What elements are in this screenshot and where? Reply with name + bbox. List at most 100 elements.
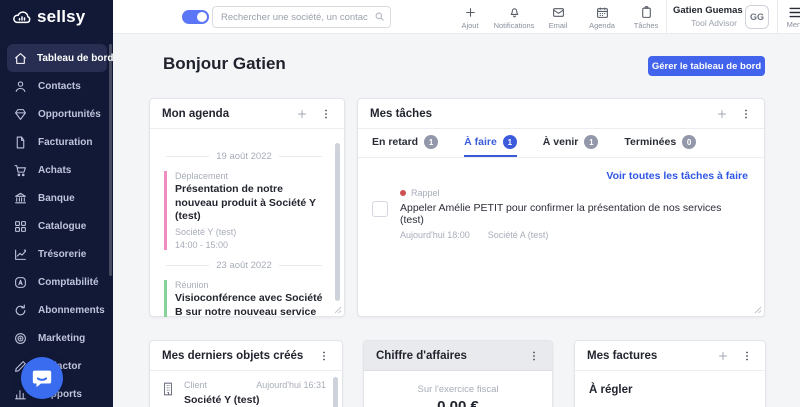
tab-a-faire[interactable]: À faire 1: [464, 129, 517, 157]
sidebar-item-facturation[interactable]: Facturation: [7, 128, 107, 156]
tab-a-venir[interactable]: À venir 1: [543, 129, 599, 157]
cloud-chart-icon: [12, 9, 32, 25]
kebab-menu-icon[interactable]: [318, 350, 330, 362]
add-event-button[interactable]: [296, 108, 308, 120]
kebab-menu-icon[interactable]: [741, 350, 753, 362]
menu-button[interactable]: Menu: [781, 2, 800, 33]
revenue-header: Chiffre d'affaires: [364, 341, 552, 371]
tasks-button[interactable]: Tâches: [624, 2, 668, 33]
tasks-tabs: En retard 1 À faire 1 À venir 1 Terminées 0: [358, 129, 764, 158]
invoices-section-label: À régler: [589, 384, 633, 396]
add-invoice-button[interactable]: [717, 350, 729, 362]
card-title: Mon agenda: [162, 107, 230, 120]
bank-icon: [14, 191, 28, 205]
sidebar-item-marketing[interactable]: Marketing: [7, 324, 107, 352]
plus-icon: [464, 6, 477, 19]
tab-count-badge: 1: [584, 135, 599, 149]
date-divider: 19 août 2022: [166, 151, 323, 162]
task-title[interactable]: Appeler Amélie PETIT pour confirmer la p…: [400, 202, 748, 226]
chat-widget-button[interactable]: [21, 357, 63, 399]
user-menu[interactable]: Gatien Guemas Tool Advisor: [673, 5, 743, 28]
sidebar-item-label: Marketing: [38, 332, 86, 344]
chat-bubble-icon: [31, 367, 53, 389]
global-search: [212, 6, 391, 28]
tab-count-badge: 0: [682, 135, 697, 149]
resize-handle-icon[interactable]: [334, 306, 342, 314]
invoices-body: À régler: [575, 371, 765, 407]
sidebar-item-banque[interactable]: Banque: [7, 184, 107, 212]
agenda-body: 19 août 2022 Déplacement Présentation de…: [150, 129, 344, 317]
event-related: Société Y (test): [175, 226, 237, 237]
toggle-knob: [197, 12, 207, 22]
sidebar-item-label: Banque: [38, 192, 75, 204]
avatar[interactable]: GG: [745, 5, 769, 29]
topbar: Ajout Notifications Email Agenda Tâches …: [113, 0, 800, 34]
tasks-card: Mes tâches En retard 1 À faire 1 À venir 1 …: [357, 98, 765, 317]
latest-objects-card: Mes derniers objets créés Client Aujourd…: [149, 340, 343, 407]
sidebar-item-label: Contacts: [38, 80, 81, 92]
object-main: Client Aujourd'hui 16:31 Société Y (test…: [184, 380, 326, 406]
sidebar-item-achats[interactable]: Achats: [7, 156, 107, 184]
bell-icon: [508, 6, 521, 19]
tab-en-retard[interactable]: En retard 1: [372, 129, 439, 157]
manage-dashboard-button[interactable]: Gérer le tableau de bord: [648, 56, 765, 76]
event-type: Réunion: [175, 279, 209, 290]
object-item[interactable]: Client Aujourd'hui 16:31 Société Y (test…: [150, 371, 342, 406]
sidebar-scrollbar[interactable]: [109, 44, 112, 276]
task-checkbox[interactable]: [372, 201, 388, 217]
kebab-menu-icon[interactable]: [528, 350, 540, 362]
task-meta: Aujourd'hui 18:00 Société A (test): [400, 230, 748, 240]
sidebar-item-label: Trésorerie: [38, 248, 87, 260]
tasks-card-header: Mes tâches: [358, 99, 764, 129]
menu-label: Menu: [786, 19, 800, 29]
search-icon: [374, 11, 385, 22]
view-all-tasks-link[interactable]: Voir toutes les tâches à faire: [358, 158, 764, 182]
notifications-button[interactable]: Notifications: [492, 2, 536, 33]
agenda-scrollbar[interactable]: [335, 143, 340, 301]
card-title: Mes derniers objets créés: [162, 349, 304, 362]
agenda-card-header: Mon agenda: [150, 99, 344, 129]
event-type: Déplacement: [175, 171, 229, 181]
hamburger-icon: [789, 7, 800, 18]
action-label: Ajout: [461, 20, 479, 30]
main-content: Bonjour Gatien Gérer le tableau de bord …: [113, 34, 800, 407]
sidebar-item-abonnements[interactable]: Abonnements: [7, 296, 107, 324]
invoices-card: Mes factures À régler: [574, 340, 766, 407]
agenda-event[interactable]: Réunion Visioconférence avec Société B s…: [164, 279, 326, 317]
clipboard-icon: [640, 5, 653, 19]
sidebar-item-catalogue[interactable]: Catalogue: [7, 212, 107, 240]
grid-icon: [14, 219, 28, 233]
task-body: Rappel Appeler Amélie PETIT pour confirm…: [400, 188, 748, 240]
add-button[interactable]: Ajout: [448, 2, 492, 33]
sidebar-item-tableau-de-bord[interactable]: Tableau de bord: [7, 44, 114, 72]
sidebar-item-label: Opportunités: [38, 108, 101, 120]
client-building-icon: [162, 382, 174, 406]
kebab-menu-icon[interactable]: [740, 108, 752, 120]
sidebar-item-label: Achats: [38, 164, 72, 176]
agenda-event[interactable]: Déplacement Présentation de notre nouvea…: [164, 171, 326, 250]
kebab-menu-icon[interactable]: [320, 108, 332, 120]
cart-icon: [14, 163, 28, 177]
sidebar-item-label: Comptabilité: [38, 276, 99, 288]
action-label: Email: [548, 20, 568, 30]
objects-scrollbar[interactable]: [333, 377, 338, 407]
task-item: Rappel Appeler Amélie PETIT pour confirm…: [358, 182, 764, 240]
mode-toggle[interactable]: [182, 10, 209, 24]
add-task-button[interactable]: [716, 108, 728, 120]
search-input[interactable]: [212, 6, 391, 28]
refresh-icon: [14, 303, 28, 317]
date-divider: 23 août 2022: [166, 260, 323, 271]
sidebar-item-comptabilite[interactable]: Comptabilité: [7, 268, 107, 296]
latest-objects-header: Mes derniers objets créés: [150, 341, 342, 371]
email-button[interactable]: Email: [536, 2, 580, 33]
page-title: Bonjour Gatien: [163, 54, 286, 73]
sellsy-logo[interactable]: sellsy: [0, 0, 113, 34]
agenda-button[interactable]: Agenda: [580, 2, 624, 33]
invoices-header: Mes factures: [575, 341, 765, 371]
sellsy-dashboard: sellsy Tableau de bord Contacts Opportun…: [0, 0, 800, 407]
sidebar-item-contacts[interactable]: Contacts: [7, 72, 107, 100]
resize-handle-icon[interactable]: [754, 306, 762, 314]
tab-terminees[interactable]: Terminées 0: [624, 129, 697, 157]
sidebar-item-opportunites[interactable]: Opportunités: [7, 100, 107, 128]
sidebar-item-tresorerie[interactable]: Trésorerie: [7, 240, 107, 268]
